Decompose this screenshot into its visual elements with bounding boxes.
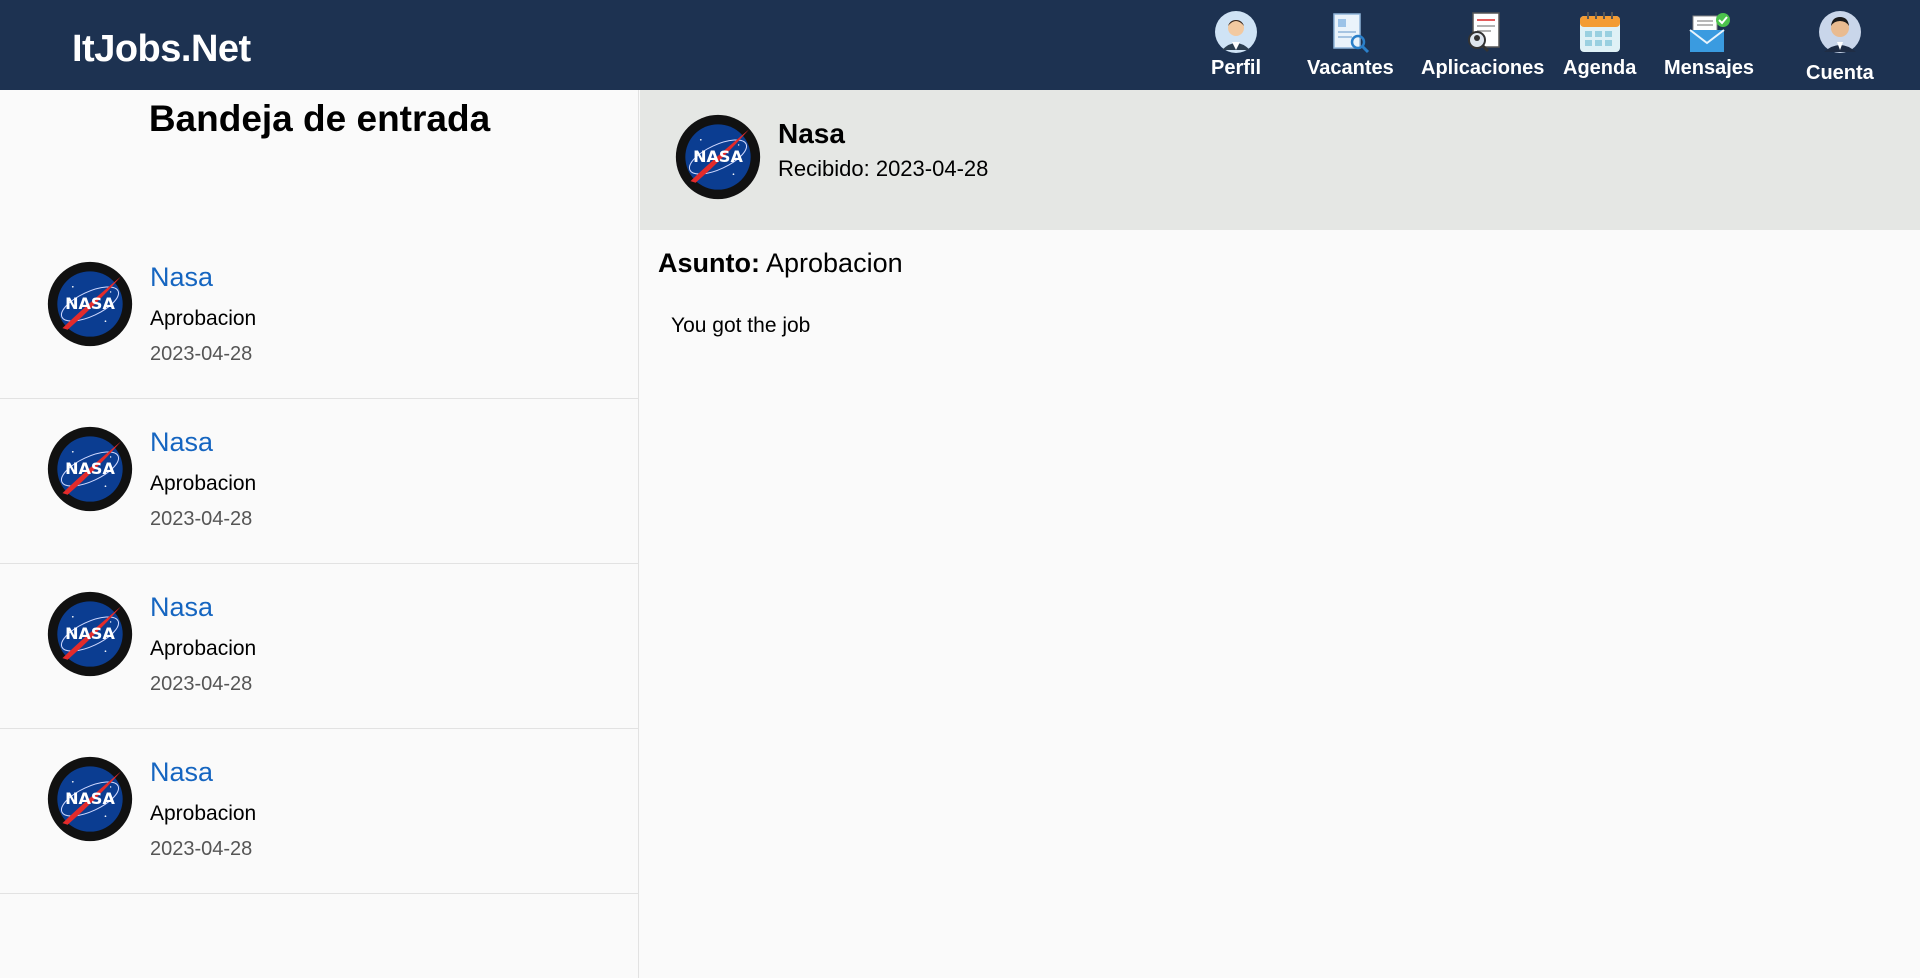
nasa-logo-avatar: NASA [675,114,761,200]
nasa-logo-avatar: NASA [47,591,133,677]
message-date: 2023-04-28 [150,508,253,530]
nav-aplicaciones-label: Aplicaciones [1421,57,1545,79]
message-detail-header: NASA Nasa Recibido: 2023-04-28 [640,90,1920,230]
detail-received: Recibido: 2023-04-28 [778,156,989,181]
nasa-logo-text: NASA [693,147,743,166]
job-search-icon [1333,13,1370,54]
nasa-logo-text: NASA [65,624,115,643]
message-sender[interactable]: Nasa [150,427,213,458]
nav-agenda[interactable]: Agenda [1563,10,1636,80]
main-nav: Perfil Vacantes Aplicaciones Agenda Mens… [0,10,1920,90]
message-sender[interactable]: Nasa [150,592,213,623]
nav-mensajes[interactable]: Mensajes [1664,10,1754,80]
applications-icon [1467,12,1500,53]
top-navbar: ItJobs.Net Perfil Vacantes Aplicaciones … [0,0,1920,90]
detail-sender: Nasa [778,118,845,149]
nasa-logo-avatar: NASA [47,261,133,347]
mail-icon [1689,13,1731,52]
message-subject: Aprobacion [150,307,257,330]
message-date: 2023-04-28 [150,343,253,365]
nav-perfil-label: Perfil [1211,57,1262,79]
nasa-logo-text: NASA [65,294,115,313]
nav-perfil[interactable]: Perfil [1211,10,1261,80]
nav-cuenta[interactable]: Cuenta [1806,10,1874,85]
inbox-message-item[interactable]: NASA Nasa Aprobacion 2023-04-28 [0,399,639,564]
detail-subject-line: Asunto: Aprobacion [658,248,903,279]
inbox-message-item[interactable]: NASA Nasa Aprobacion 2023-04-28 [0,234,639,399]
nav-agenda-label: Agenda [1563,57,1637,79]
message-date: 2023-04-28 [150,838,253,860]
nav-cuenta-label: Cuenta [1806,62,1874,84]
nav-vacantes-label: Vacantes [1307,57,1394,79]
nasa-logo-text: NASA [65,789,115,808]
message-subject: Aprobacion [150,802,257,825]
nasa-logo-text: NASA [65,459,115,478]
nav-vacantes[interactable]: Vacantes [1307,10,1394,80]
nasa-logo-avatar: NASA [47,426,133,512]
message-sender[interactable]: Nasa [150,757,213,788]
inbox-panel: Bandeja de entrada NASA Nasa Aprobacion … [0,90,639,978]
message-sender[interactable]: Nasa [150,262,213,293]
nav-aplicaciones[interactable]: Aplicaciones [1421,10,1544,80]
detail-subject: Aprobacion [766,248,903,278]
nav-mensajes-label: Mensajes [1664,57,1755,79]
inbox-message-item[interactable]: NASA Nasa Aprobacion 2023-04-28 [0,564,639,729]
detail-body: You got the job [671,314,811,337]
inbox-message-item[interactable]: NASA Nasa Aprobacion 2023-04-28 [0,729,639,894]
inbox-title: Bandeja de entrada [148,98,491,139]
detail-subject-label: Asunto: [658,248,760,278]
nasa-logo-avatar: NASA [47,756,133,842]
message-date: 2023-04-28 [150,673,253,695]
message-subject: Aprobacion [150,472,257,495]
calendar-icon [1579,12,1620,52]
account-avatar-icon [1818,11,1861,53]
profile-icon [1215,11,1258,53]
message-detail-panel: NASA Nasa Recibido: 2023-04-28 Asunto: A… [640,90,1920,978]
message-subject: Aprobacion [150,637,257,660]
